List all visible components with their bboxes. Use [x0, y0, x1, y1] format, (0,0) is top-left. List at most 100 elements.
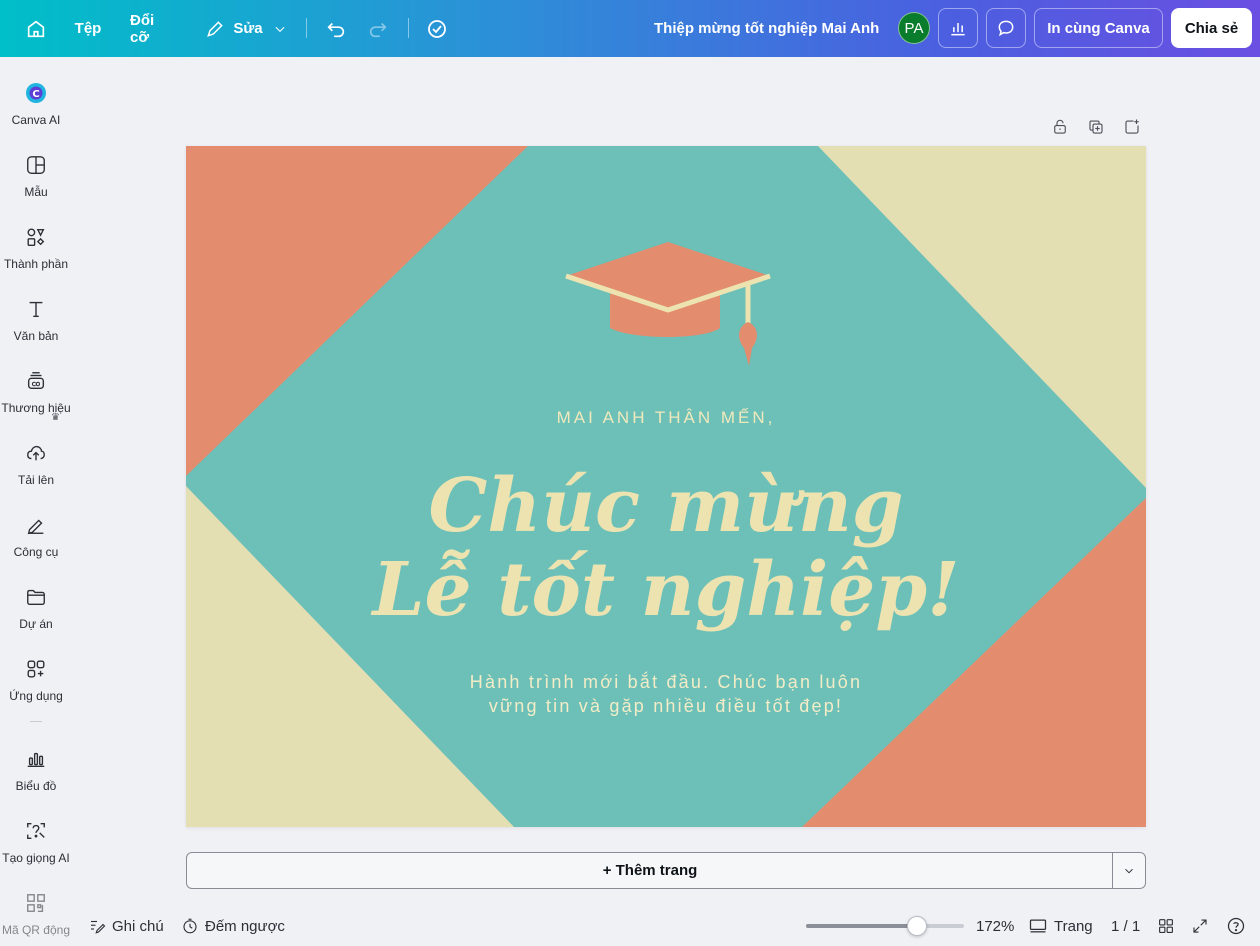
sidebar-item-qr-code[interactable]: Mã QR động: [0, 881, 72, 946]
headline-line-2: Lễ tốt nghiệp!: [372, 547, 960, 633]
notes-icon: [91, 920, 106, 934]
sidebar-item-label: Mã QR động: [1, 923, 71, 937]
apps-icon: [24, 657, 48, 681]
comments-button[interactable]: [986, 8, 1026, 48]
duplicate-page-button[interactable]: [1085, 116, 1107, 138]
sidebar-item-projects[interactable]: Dự án: [0, 575, 72, 643]
text-icon: [24, 297, 48, 321]
fullscreen-button[interactable]: [1191, 912, 1215, 940]
share-button[interactable]: Chia sẻ: [1171, 8, 1252, 48]
tools-icon: [24, 513, 48, 537]
sidebar-item-apps[interactable]: Ứng dụng: [0, 647, 72, 715]
undo-icon: [327, 22, 345, 37]
grid-icon: [1159, 919, 1173, 933]
sidebar-item-label: Dự án: [19, 617, 53, 631]
home-icon: [27, 20, 45, 37]
zoom-slider-thumb[interactable]: [906, 916, 927, 936]
sidebar-item-tools[interactable]: Công cụ: [0, 503, 72, 571]
sidebar-divider: [30, 721, 42, 722]
sidebar-item-charts[interactable]: Biểu đồ: [0, 737, 72, 805]
sidebar-item-brand[interactable]: CO Thương hiệu: [0, 359, 72, 427]
sidebar-item-templates[interactable]: Mẫu: [0, 143, 72, 211]
sidebar-item-text[interactable]: Văn bản: [0, 287, 72, 355]
page-count[interactable]: 1 / 1: [1111, 912, 1140, 940]
add-page-button[interactable]: [1121, 116, 1143, 138]
zoom-level[interactable]: 172%: [976, 912, 1014, 940]
ai-voice-icon: [24, 819, 48, 843]
bar-chart-icon: [951, 23, 965, 36]
svg-text:CO: CO: [32, 382, 41, 388]
sidebar-item-canva-ai[interactable]: C Canva AI: [0, 71, 72, 139]
sidebar-item-label: Công cụ: [13, 545, 59, 559]
sidebar-item-uploads[interactable]: Tải lên: [0, 431, 72, 499]
sidebar-item-label: Tạo giọng AI: [2, 851, 70, 865]
sidebar-item-elements[interactable]: Thành phần: [0, 215, 72, 283]
resize-menu[interactable]: Đổi cỡ: [130, 0, 176, 57]
lock-page-button[interactable]: [1049, 116, 1071, 138]
design-canvas[interactable]: MAI ANH THÂN MẾN, Chúc mừng Lễ tốt nghiệ…: [186, 146, 1146, 827]
pages-label: Trang: [1054, 917, 1093, 935]
insights-button[interactable]: [938, 8, 978, 48]
sidebar-item-label: Canva AI: [11, 113, 61, 127]
headline-text[interactable]: Chúc mừng Lễ tốt nghiệp!: [186, 464, 1146, 632]
sidebar-item-label: Tải lên: [17, 473, 55, 487]
graduation-cap-icon: [565, 242, 771, 366]
file-menu[interactable]: Tệp: [74, 0, 102, 57]
add-page-bar-button[interactable]: + Thêm trang: [186, 852, 1113, 889]
canva-ai-icon: C: [24, 81, 48, 105]
sidebar-item-label: Mẫu: [24, 185, 48, 199]
headline-line-1: Chúc mừng: [428, 463, 904, 549]
avatar[interactable]: PA: [898, 12, 930, 44]
notes-button[interactable]: Ghi chú: [88, 912, 164, 940]
sidebar-item-label: Thương hiệu: [1, 401, 71, 415]
pages-icon: [1029, 919, 1047, 933]
sidebar-item-label: Biểu đồ: [15, 779, 57, 793]
print-with-canva-button[interactable]: In cùng Canva: [1034, 8, 1163, 48]
left-sidebar: C Canva AI Mẫu Thành phần Văn bản ♛ CO T…: [0, 57, 72, 946]
save-status-button[interactable]: [424, 0, 450, 57]
upload-icon: [24, 441, 48, 465]
add-page-icon: [1125, 119, 1139, 134]
cloud-check-icon: [428, 19, 446, 38]
sidebar-item-ai-voice[interactable]: Tạo giọng AI: [0, 809, 72, 877]
help-icon: [1227, 917, 1245, 935]
home-button[interactable]: [22, 0, 50, 57]
chevron-down-icon: [275, 26, 285, 32]
svg-text:C: C: [32, 89, 39, 100]
undo-button[interactable]: [324, 0, 348, 57]
edit-label: Sửa: [233, 20, 263, 37]
pencil-icon: [207, 20, 224, 37]
edit-menu[interactable]: Sửa: [204, 0, 288, 57]
notes-label: Ghi chú: [112, 917, 164, 935]
timer-button[interactable]: Đếm ngược: [181, 912, 285, 940]
redo-icon: [369, 22, 387, 37]
subtext[interactable]: Hành trình mới bắt đầu. Chúc bạn luôn vữ…: [464, 670, 868, 718]
redo-button[interactable]: [366, 0, 390, 57]
zoom-slider[interactable]: [806, 924, 964, 928]
zoom-slider-fill: [806, 924, 917, 928]
add-page-options-button[interactable]: [1112, 852, 1146, 889]
grid-view-button[interactable]: [1157, 912, 1181, 940]
chart-icon: [24, 747, 48, 771]
sidebar-item-label: Ứng dụng: [9, 689, 63, 703]
chevron-down-icon: [1125, 868, 1133, 873]
templates-icon: [24, 153, 48, 177]
top-toolbar: Tệp Đổi cỡ Sửa Thiệp mừng tốt nghiệp Mai…: [0, 0, 1260, 57]
greeting-text[interactable]: MAI ANH THÂN MẾN,: [186, 408, 1146, 428]
duplicate-icon: [1089, 120, 1103, 134]
comment-icon: [998, 20, 1014, 37]
qr-code-icon: [24, 891, 48, 915]
fullscreen-icon: [1193, 919, 1207, 933]
toolbar-divider: [306, 18, 307, 38]
brand-icon: CO: [24, 369, 48, 393]
timer-label: Đếm ngược: [205, 917, 285, 935]
toolbar-divider: [408, 18, 409, 38]
lock-icon: [1054, 119, 1066, 134]
sidebar-item-label: Văn bản: [13, 329, 59, 343]
help-button[interactable]: [1226, 912, 1252, 940]
document-title[interactable]: Thiệp mừng tốt nghiệp Mai Anh: [654, 0, 879, 57]
pages-view-button[interactable]: Trang: [1028, 912, 1093, 940]
timer-icon: [183, 918, 197, 934]
elements-icon: [24, 225, 48, 249]
folder-icon: [24, 585, 48, 609]
